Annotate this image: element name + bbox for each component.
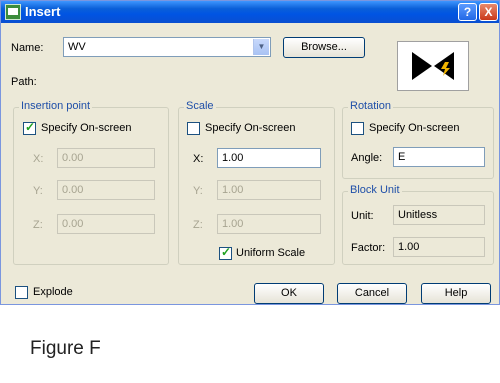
- uniform-scale-checkbox[interactable]: [219, 245, 232, 260]
- cancel-button[interactable]: Cancel: [337, 283, 407, 304]
- insertion-z-label: Z:: [33, 219, 43, 231]
- factor-label: Factor:: [351, 242, 386, 254]
- block-unit-legend: Block Unit: [348, 184, 402, 196]
- help-button[interactable]: Help: [421, 283, 491, 304]
- insertion-specify-label[interactable]: Specify On-screen: [41, 122, 131, 134]
- scale-specify-label[interactable]: Specify On-screen: [205, 122, 295, 134]
- insert-dialog: Insert ? X Name: WV ▼ Browse... Path: In…: [0, 0, 500, 305]
- chevron-down-icon[interactable]: ▼: [253, 39, 269, 55]
- scale-specify-checkbox[interactable]: [187, 122, 200, 135]
- name-combo[interactable]: WV ▼: [63, 37, 271, 57]
- insertion-point-legend: Insertion point: [19, 100, 93, 112]
- angle-label: Angle:: [351, 152, 383, 164]
- bowtie-block-icon: [412, 52, 454, 80]
- browse-button[interactable]: Browse...: [283, 37, 365, 58]
- scale-y-field[interactable]: 1.00: [217, 180, 321, 200]
- window-title: Insert: [25, 4, 61, 19]
- scale-x-label: X:: [193, 153, 204, 165]
- factor-value-field: 1.00: [393, 237, 485, 257]
- unit-label: Unit:: [351, 210, 374, 222]
- uniform-scale-label[interactable]: Uniform Scale: [236, 247, 305, 259]
- name-label: Name:: [11, 42, 44, 54]
- rotation-legend: Rotation: [348, 100, 393, 112]
- insertion-x-field[interactable]: 0.00: [57, 148, 155, 168]
- help-title-button[interactable]: ?: [458, 3, 477, 21]
- block-preview: [397, 41, 469, 91]
- figure-caption: Figure F: [30, 338, 101, 359]
- rotation-group: Rotation: [342, 100, 494, 179]
- explode-checkbox[interactable]: [15, 286, 28, 299]
- unit-value-field: Unitless: [393, 205, 485, 225]
- angle-field[interactable]: E: [393, 147, 485, 167]
- insertion-y-field[interactable]: 0.00: [57, 180, 155, 200]
- ok-button[interactable]: OK: [254, 283, 324, 304]
- title-bar[interactable]: Insert ? X: [1, 1, 499, 23]
- scale-z-label: Z:: [193, 219, 203, 231]
- insertion-x-label: X:: [33, 153, 44, 165]
- name-value: WV: [68, 41, 86, 53]
- insertion-z-field[interactable]: 0.00: [57, 214, 155, 234]
- insertion-y-label: Y:: [33, 185, 43, 197]
- path-label: Path:: [11, 76, 37, 88]
- rotation-specify-label[interactable]: Specify On-screen: [369, 122, 459, 134]
- scale-z-field[interactable]: 1.00: [217, 214, 321, 234]
- scale-legend: Scale: [184, 100, 216, 112]
- scale-x-field[interactable]: 1.00: [217, 148, 321, 168]
- scale-y-label: Y:: [193, 185, 203, 197]
- insertion-specify-checkbox[interactable]: [23, 120, 36, 135]
- app-icon: [5, 4, 21, 20]
- explode-label[interactable]: Explode: [33, 286, 73, 298]
- close-button[interactable]: X: [479, 3, 498, 21]
- rotation-specify-checkbox[interactable]: [351, 122, 364, 135]
